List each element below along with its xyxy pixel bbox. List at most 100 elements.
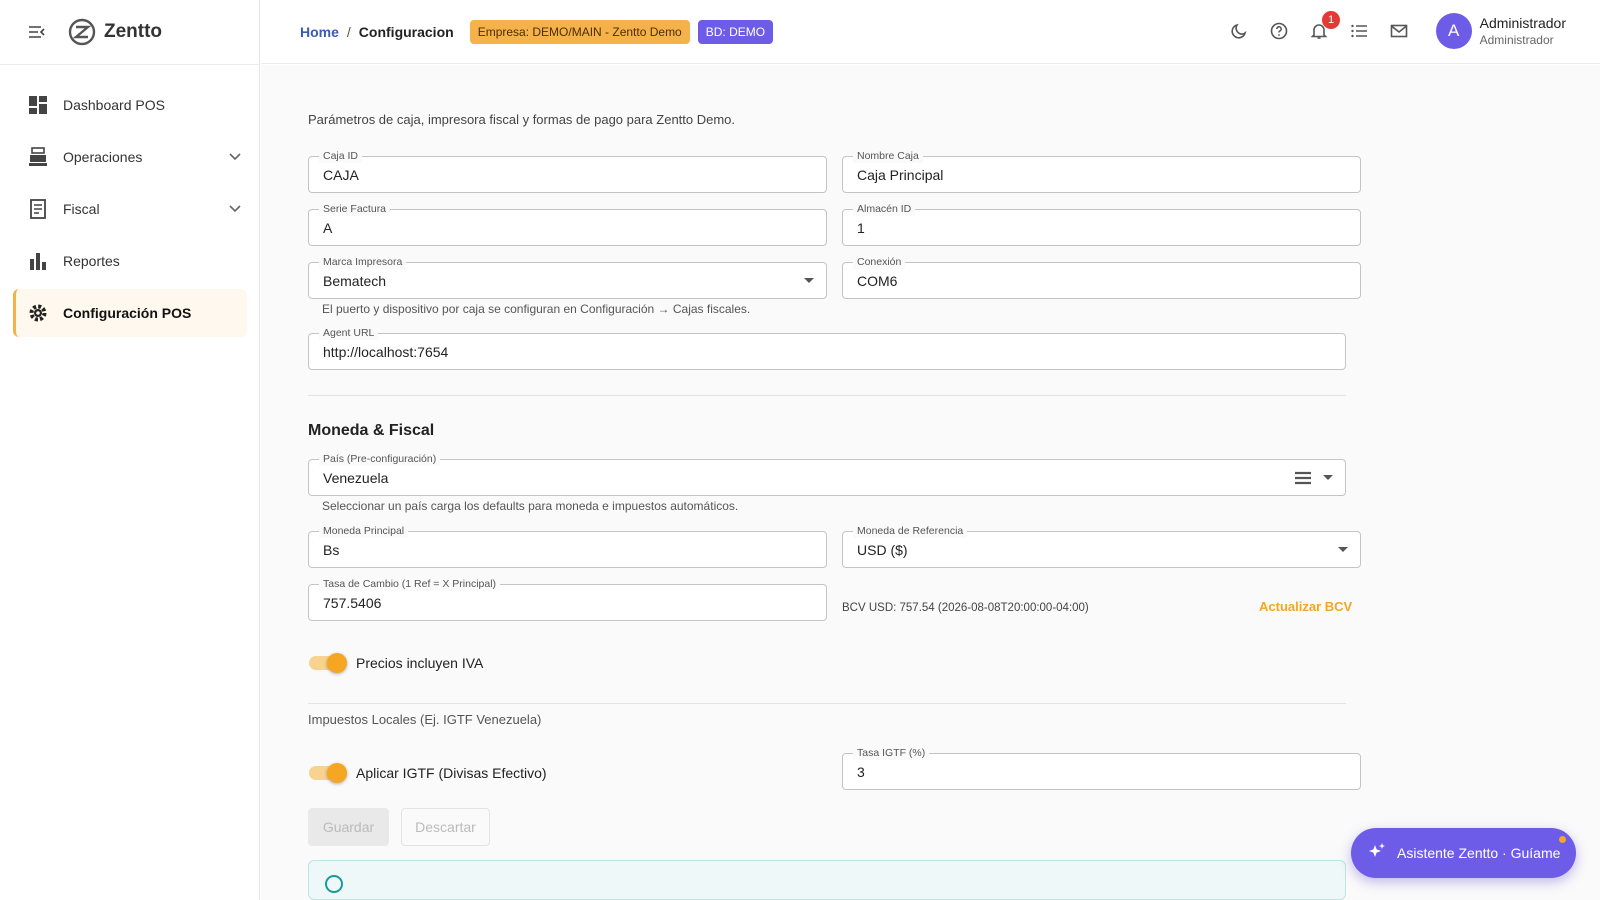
- dashboard-icon: [27, 94, 49, 116]
- field-label: Moneda Principal: [319, 524, 409, 538]
- sidebar-item-label: Reportes: [63, 253, 120, 269]
- save-button[interactable]: Guardar: [308, 808, 389, 846]
- field-value: COM6: [857, 273, 898, 289]
- notification-badge: 1: [1322, 11, 1340, 29]
- user-name: Administrador: [1479, 14, 1566, 31]
- logo[interactable]: Zentto: [68, 18, 162, 46]
- logo-text: Zentto: [104, 21, 163, 42]
- user-role: Administrador: [1479, 32, 1554, 47]
- field-label: Moneda de Referencia: [853, 524, 968, 538]
- field-label: Agent URL: [319, 326, 379, 340]
- igtf-toggle[interactable]: [309, 763, 347, 783]
- sidebar-nav: Dashboard POS Operaciones Fiscal Reporte…: [0, 65, 259, 337]
- breadcrumb-separator: /: [346, 23, 351, 40]
- field-label: Conexión: [853, 255, 906, 269]
- printer-helper-text: El puerto y dispositivo por caja se conf…: [322, 302, 751, 316]
- assistant-label: Asistente Zentto · Guíame: [1397, 845, 1561, 861]
- field-label: Almacén ID: [853, 202, 916, 216]
- discard-button[interactable]: Descartar: [401, 808, 490, 846]
- notifications-bell-icon[interactable]: 1: [1308, 11, 1340, 42]
- field-value: Venezuela: [323, 470, 389, 486]
- pais-helper-text: Seleccionar un país carga los defaults p…: [322, 499, 739, 513]
- chevron-down-icon: [229, 148, 241, 164]
- field-value: Bematech: [323, 273, 387, 289]
- sidebar-item-label: Dashboard POS: [63, 97, 165, 113]
- precios-iva-toggle[interactable]: [309, 653, 347, 673]
- list-icon[interactable]: [1348, 20, 1370, 42]
- tasa-cambio-field[interactable]: Tasa de Cambio (1 Ref = X Principal) 757…: [308, 577, 827, 621]
- user-menu[interactable]: A Administrador Administrador: [1435, 13, 1566, 49]
- caja-id-field[interactable]: Caja ID CAJA: [308, 149, 827, 193]
- dark-mode-moon-icon[interactable]: [1228, 20, 1250, 42]
- agent-url-field[interactable]: Agent URL http://localhost:7654: [308, 326, 1346, 370]
- toggle-thumb: [327, 763, 347, 783]
- section-title: Moneda & Fiscal: [308, 422, 435, 439]
- dropdown-arrow-icon: [1323, 475, 1333, 480]
- field-value: 1: [857, 220, 865, 236]
- list-options-icon[interactable]: [1295, 471, 1311, 488]
- field-value: 3: [857, 764, 865, 780]
- sidebar-item-configuracion-pos[interactable]: Configuración POS: [13, 289, 247, 337]
- topbar-actions: 1: [1228, 11, 1410, 42]
- field-value: Bs: [323, 542, 340, 558]
- field-value: CAJA: [323, 167, 359, 183]
- almacen-id-field[interactable]: Almacén ID 1: [842, 202, 1361, 246]
- zentto-logo-icon: [68, 18, 96, 46]
- sidebar-item-reportes[interactable]: Reportes: [13, 237, 247, 285]
- breadcrumb: Home / Configuracion: [300, 24, 454, 40]
- dropdown-arrow-icon: [804, 278, 814, 283]
- sparkle-icon: [1367, 842, 1387, 865]
- conexion-field[interactable]: Conexión COM6: [842, 255, 1361, 299]
- assistant-indicator-dot: [1559, 836, 1566, 843]
- page-description: Parámetros de caja, impresora fiscal y f…: [308, 112, 736, 127]
- field-label: País (Pre-configuración): [319, 452, 441, 466]
- section-divider: [308, 703, 1346, 704]
- moneda-principal-field[interactable]: Moneda Principal Bs: [308, 524, 827, 568]
- breadcrumb-home-link[interactable]: Home: [300, 24, 339, 40]
- sidebar-item-label: Operaciones: [63, 149, 143, 165]
- topbar: Home / Configuracion Empresa: DEMO/MAIN …: [261, 0, 1600, 64]
- impuestos-locales-label: Impuestos Locales (Ej. IGTF Venezuela): [308, 712, 542, 727]
- chevron-down-icon: [229, 200, 241, 216]
- bar-chart-icon: [27, 250, 49, 272]
- field-label: Tasa de Cambio (1 Ref = X Principal): [319, 577, 501, 591]
- sidebar-item-label: Configuración POS: [63, 305, 192, 321]
- assistant-button[interactable]: Asistente Zentto · Guíame: [1351, 828, 1576, 878]
- section-divider: [308, 395, 1346, 396]
- marca-impresora-select[interactable]: Marca Impresora Bematech: [308, 255, 827, 299]
- moneda-referencia-select[interactable]: Moneda de Referencia USD ($): [842, 524, 1361, 568]
- field-label: Marca Impresora: [319, 255, 407, 269]
- pais-select[interactable]: País (Pre-configuración) Venezuela: [308, 452, 1346, 496]
- precios-iva-label: Precios incluyen IVA: [356, 655, 484, 671]
- sidebar-item-dashboard-pos[interactable]: Dashboard POS: [13, 81, 247, 129]
- nombre-caja-field[interactable]: Nombre Caja Caja Principal: [842, 149, 1361, 193]
- field-value: USD ($): [857, 542, 908, 558]
- sidebar: Zentto Dashboard POS Operaciones Fiscal …: [0, 0, 260, 900]
- field-label: Caja ID: [319, 149, 363, 163]
- tasa-igtf-field[interactable]: Tasa IGTF (%) 3: [842, 746, 1361, 790]
- database-chip[interactable]: BD: DEMO: [697, 19, 774, 44]
- company-chip[interactable]: Empresa: DEMO/MAIN - Zentto Demo: [469, 19, 690, 44]
- help-icon[interactable]: [1268, 20, 1290, 42]
- field-label: Serie Factura: [319, 202, 391, 216]
- igtf-toggle-label: Aplicar IGTF (Divisas Efectivo): [356, 765, 547, 781]
- field-value: 757.5406: [323, 595, 382, 611]
- toggle-thumb: [327, 653, 347, 673]
- gear-icon: [27, 302, 49, 324]
- field-value: Caja Principal: [857, 167, 944, 183]
- dropdown-arrow-icon: [1338, 547, 1348, 552]
- avatar: A: [1435, 13, 1472, 49]
- collapse-menu-icon[interactable]: [26, 21, 48, 43]
- update-bcv-button[interactable]: Actualizar BCV: [1259, 599, 1352, 614]
- sidebar-item-operaciones[interactable]: Operaciones: [13, 133, 247, 181]
- main-content: Parámetros de caja, impresora fiscal y f…: [261, 65, 1600, 900]
- sidebar-item-fiscal[interactable]: Fiscal: [13, 185, 247, 233]
- breadcrumb-current: Configuracion: [358, 23, 454, 40]
- field-value: A: [323, 220, 333, 236]
- mail-icon[interactable]: [1388, 20, 1410, 42]
- info-alert: [308, 860, 1346, 900]
- field-value: http://localhost:7654: [323, 344, 449, 360]
- receipt-icon: [27, 198, 49, 220]
- sidebar-header: Zentto: [0, 0, 259, 65]
- serie-factura-field[interactable]: Serie Factura A: [308, 202, 827, 246]
